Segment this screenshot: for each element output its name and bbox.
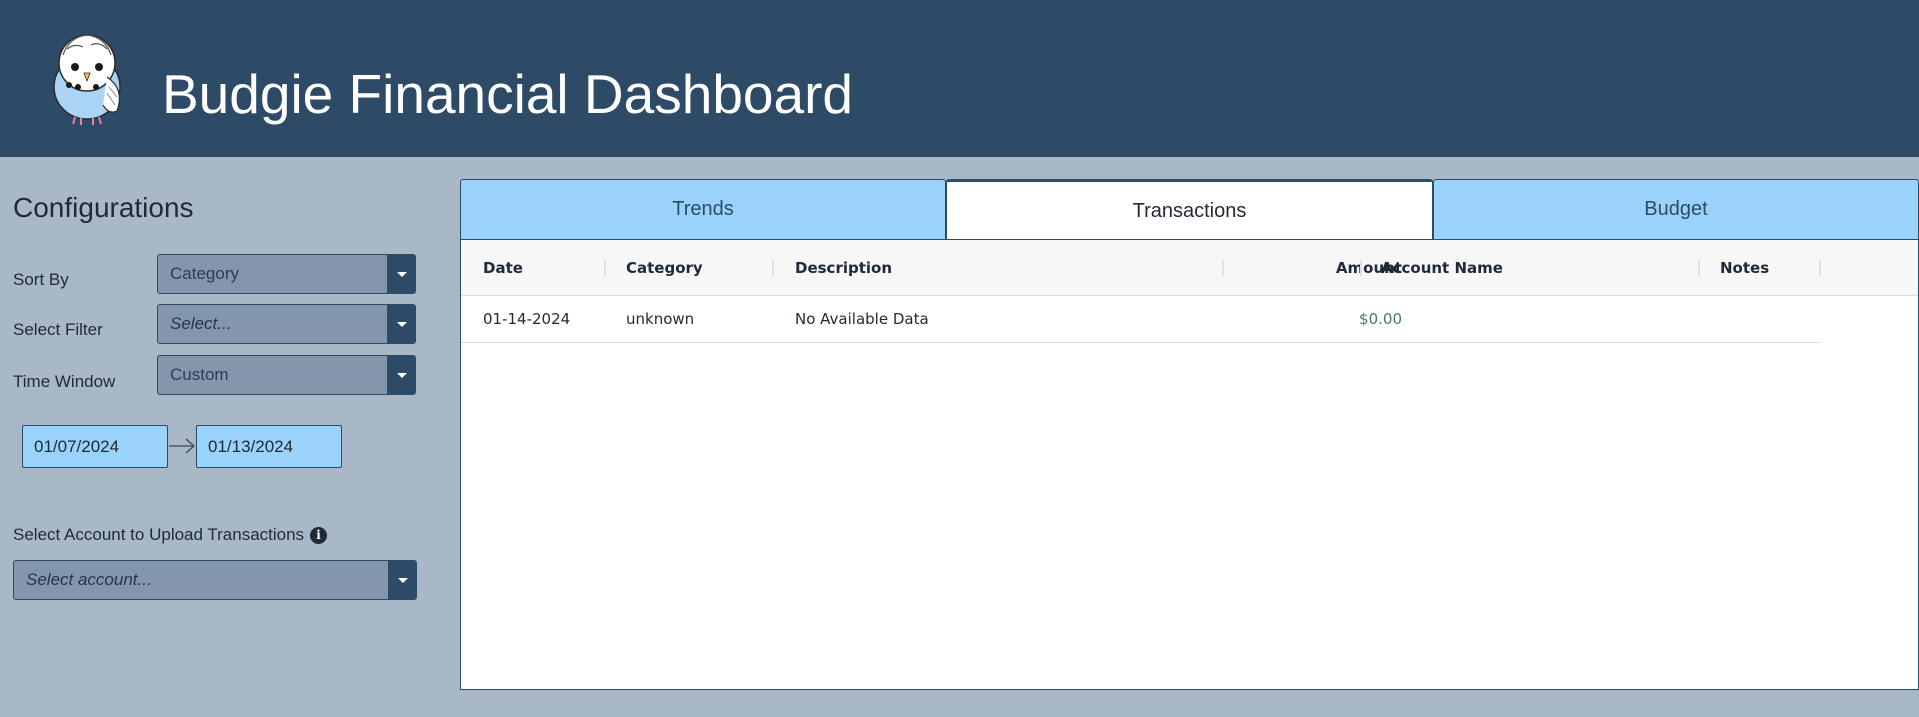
grid-header: Date Category Description Amount Account… <box>461 240 1918 296</box>
cell-description: No Available Data <box>795 310 929 328</box>
cell-date: 01-14-2024 <box>483 310 571 328</box>
select-filter-label: Select Filter <box>13 320 103 339</box>
info-icon[interactable]: i <box>310 526 328 544</box>
app-title: Budgie Financial Dashboard <box>162 63 853 125</box>
app-header: Budgie Financial Dashboard <box>0 0 1919 157</box>
column-header-notes[interactable]: Notes <box>1720 240 1769 296</box>
select-filter-placeholder: Select... <box>170 314 232 333</box>
tab-budget[interactable]: Budget <box>1433 179 1919 240</box>
column-resize-handle[interactable] <box>772 260 774 276</box>
main-tabs: Trends Transactions Budget <box>460 179 1919 240</box>
column-resize-handle[interactable] <box>1360 260 1362 276</box>
upload-account-dropdown[interactable]: Select account... <box>13 560 417 600</box>
upload-account-placeholder: Select account... <box>26 570 152 589</box>
column-header-account-name[interactable]: Account Name <box>1381 240 1503 296</box>
upload-account-label-text: Select Account to Upload Transactions <box>13 525 305 544</box>
configurations-title: Configurations <box>13 192 194 223</box>
tab-trends[interactable]: Trends <box>460 179 946 240</box>
column-resize-handle[interactable] <box>604 260 606 276</box>
column-header-amount[interactable]: Amount <box>1244 240 1402 296</box>
sort-by-dropdown[interactable]: Category <box>157 254 416 294</box>
chevron-down-icon[interactable] <box>388 561 416 599</box>
tab-transactions[interactable]: Transactions <box>946 179 1433 240</box>
column-header-description[interactable]: Description <box>795 240 892 296</box>
time-window-value: Custom <box>170 365 229 384</box>
column-resize-handle[interactable] <box>1222 260 1224 276</box>
chevron-down-icon[interactable] <box>387 305 415 343</box>
budgie-bird-icon <box>53 34 121 125</box>
table-row[interactable]: 01-14-2024 unknown No Available Data $0.… <box>461 296 1821 343</box>
cell-amount: $0.00 <box>1359 310 1402 328</box>
chevron-down-icon[interactable] <box>387 356 415 394</box>
start-date-input[interactable]: 01/07/2024 <box>22 425 168 468</box>
arrow-right-icon <box>169 438 196 454</box>
time-window-dropdown[interactable]: Custom <box>157 355 416 395</box>
column-header-category[interactable]: Category <box>626 240 703 296</box>
upload-account-label: Select Account to Upload Transactions i <box>13 525 328 545</box>
column-resize-handle[interactable] <box>1819 260 1821 276</box>
sort-by-value: Category <box>170 264 239 283</box>
sort-by-label: Sort By <box>13 270 69 289</box>
chevron-down-icon[interactable] <box>387 255 415 293</box>
cell-category: unknown <box>626 310 695 328</box>
column-header-date[interactable]: Date <box>483 240 523 296</box>
time-window-label: Time Window <box>13 372 116 391</box>
end-date-input[interactable]: 01/13/2024 <box>196 425 342 468</box>
select-filter-dropdown[interactable]: Select... <box>157 304 416 344</box>
transactions-grid: Date Category Description Amount Account… <box>460 239 1919 690</box>
column-resize-handle[interactable] <box>1698 260 1700 276</box>
